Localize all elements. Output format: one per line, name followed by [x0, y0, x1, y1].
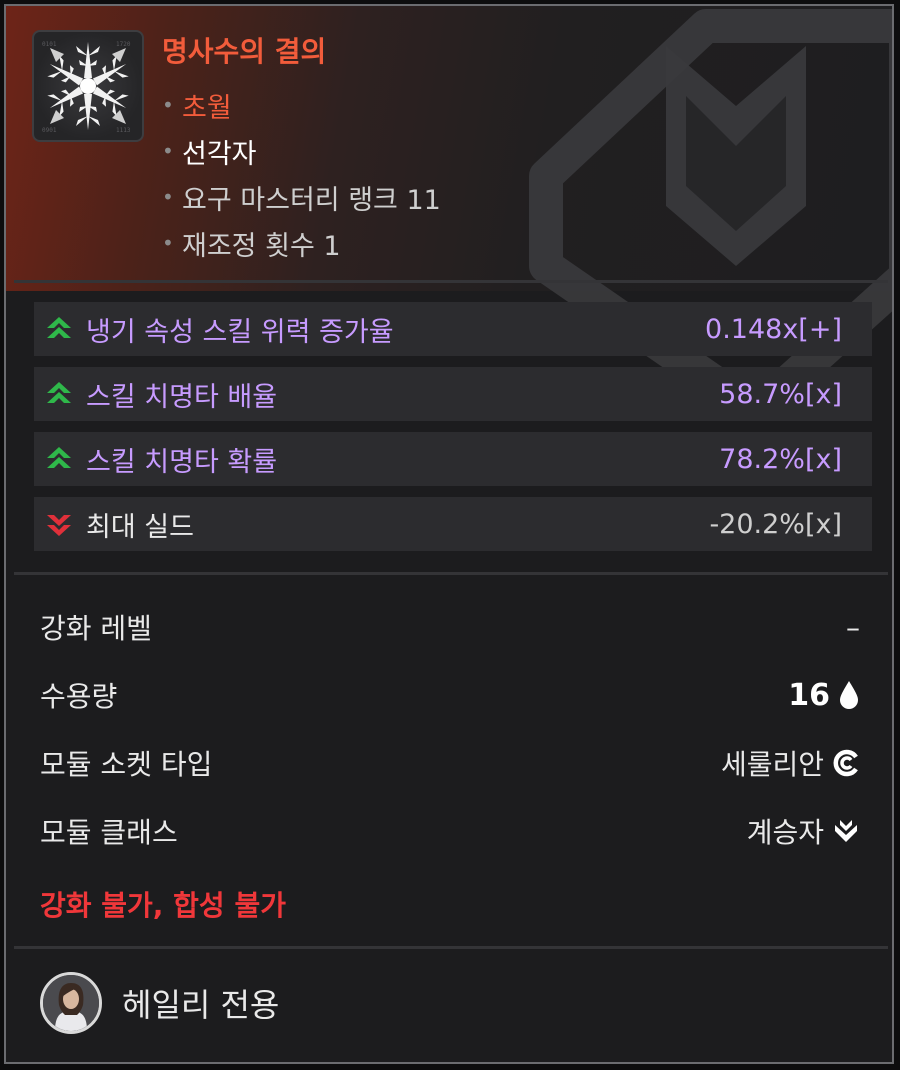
stat-value: 58.7%[x] — [719, 378, 842, 410]
divider — [14, 572, 888, 575]
item-class: • 선각자 — [162, 128, 441, 174]
item-grade-label: 초월 — [182, 92, 232, 124]
divider — [14, 280, 888, 283]
bullet: • — [162, 139, 174, 163]
arrow-up-icon — [47, 317, 71, 338]
item-mastery-requirement: • 요구 마스터리 랭크 11 — [162, 174, 441, 220]
stat-name: 스킬 치명타 확률 — [86, 446, 278, 478]
enhance-level-value: – — [846, 610, 860, 644]
arrow-up-icon — [47, 382, 71, 403]
item-tooltip: 0101 1720 0901 1113 명사수의 결의 • 초월 • 선각자 •… — [4, 4, 894, 1064]
capacity-row: 수용량 16 — [40, 670, 860, 720]
item-meta-list: • 초월 • 선각자 • 요구 마스터리 랭크 11 • 재조정 횟수 1 — [162, 82, 441, 266]
svg-text:0101: 0101 — [42, 41, 57, 48]
stat-name: 스킬 치명타 배율 — [86, 381, 278, 413]
restriction-warning: 강화 불가, 합성 불가 — [40, 889, 286, 922]
snowflake-module-icon: 0101 1720 0901 1113 — [32, 30, 144, 142]
item-class-label: 선각자 — [182, 138, 257, 170]
module-class-row: 모듈 클래스 계승자 — [40, 806, 860, 856]
enhance-level-row: 강화 레벨 – — [40, 602, 860, 652]
arrow-down-icon — [47, 515, 71, 536]
stat-value: 78.2%[x] — [719, 443, 842, 475]
owner-label: 헤일리 전용 — [122, 986, 280, 1024]
socket-type-row: 모듈 소켓 타입 세룰리안 — [40, 738, 860, 788]
hailey-avatar — [40, 972, 102, 1034]
item-name: 명사수의 결의 — [162, 35, 327, 68]
stat-value: -20.2%[x] — [709, 508, 842, 540]
svg-text:1113: 1113 — [116, 127, 131, 134]
stat-row: 스킬 치명타 배율 58.7%[x] — [34, 367, 872, 421]
capacity-value: 16 — [788, 677, 830, 713]
item-mastery-label: 요구 마스터리 랭크 11 — [182, 184, 441, 216]
module-class-label: 모듈 클래스 — [40, 816, 178, 849]
module-class-value: 계승자 — [746, 816, 824, 849]
socket-type-label: 모듈 소켓 타입 — [40, 748, 213, 781]
bullet: • — [162, 231, 174, 255]
svg-text:0901: 0901 — [42, 127, 57, 134]
stat-name: 최대 실드 — [86, 511, 194, 543]
bullet: • — [162, 93, 174, 117]
capacity-label: 수용량 — [40, 680, 118, 713]
capacity-value-group: 16 — [788, 678, 860, 713]
stat-value: 0.148x[+] — [705, 313, 842, 345]
enhance-level-label: 강화 레벨 — [40, 612, 152, 645]
stat-row: 스킬 치명타 확률 78.2%[x] — [34, 432, 872, 486]
module-class-value-group: 계승자 — [747, 811, 860, 851]
owner-row: 헤일리 전용 — [40, 972, 279, 1034]
socket-type-value: 세룰리안 — [720, 748, 824, 781]
socket-type-value-group: 세룰리안 — [721, 743, 860, 783]
item-recalibration-count: • 재조정 횟수 1 — [162, 220, 441, 266]
stat-row: 최대 실드 -20.2%[x] — [34, 497, 872, 551]
droplet-icon — [840, 681, 858, 709]
cerulean-socket-icon — [833, 749, 858, 777]
item-recalibration-label: 재조정 횟수 1 — [182, 230, 341, 262]
stat-row: 냉기 속성 스킬 위력 증가율 0.148x[+] — [34, 302, 872, 356]
stat-name: 냉기 속성 스킬 위력 증가율 — [86, 316, 394, 348]
divider — [14, 946, 888, 949]
descendant-class-icon — [835, 820, 857, 842]
item-header: 0101 1720 0901 1113 명사수의 결의 • 초월 • 선각자 •… — [6, 6, 892, 286]
arrow-up-icon — [47, 447, 71, 468]
bullet: • — [162, 185, 174, 209]
svg-text:1720: 1720 — [116, 41, 131, 48]
item-grade: • 초월 — [162, 82, 441, 128]
